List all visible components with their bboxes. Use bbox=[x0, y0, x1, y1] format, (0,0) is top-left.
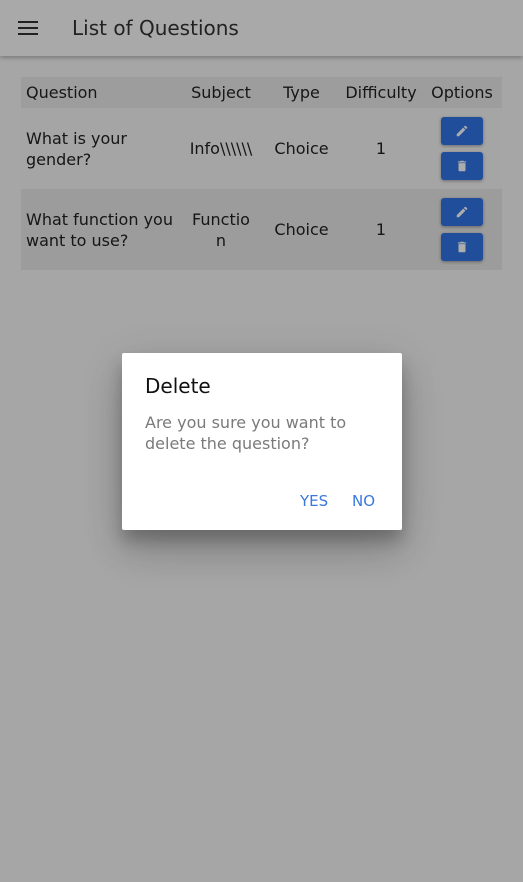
dialog-title: Delete bbox=[145, 374, 211, 398]
dialog-message: Are you sure you want to delete the ques… bbox=[145, 413, 347, 453]
no-button[interactable]: NO bbox=[352, 489, 375, 513]
delete-dialog: Delete Are you sure you want to delete t… bbox=[122, 353, 402, 530]
yes-button[interactable]: YES bbox=[300, 489, 328, 513]
